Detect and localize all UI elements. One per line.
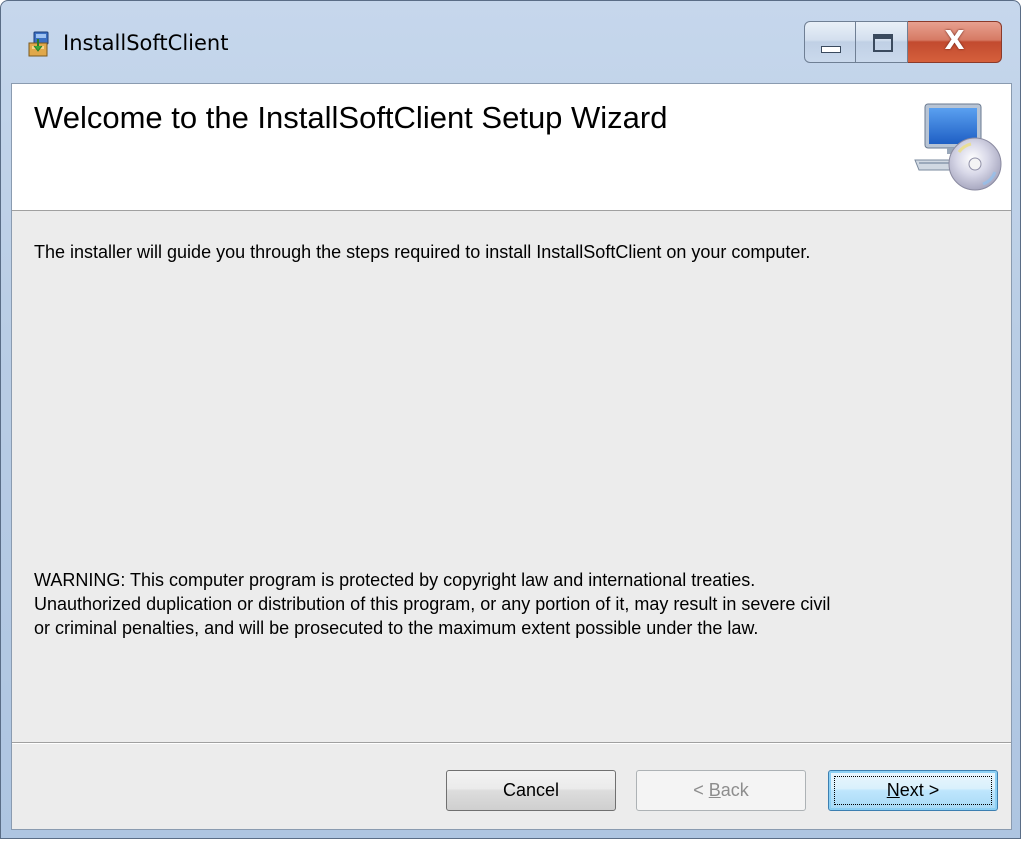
cancel-button-label: Cancel xyxy=(502,780,560,800)
warning-line: or criminal penalties, and will be prose… xyxy=(34,618,759,638)
maximize-button[interactable] xyxy=(856,21,908,63)
next-button[interactable]: Next > xyxy=(828,770,998,811)
banner-title: Welcome to the InstallSoftClient Setup W… xyxy=(34,100,668,135)
minimize-button[interactable] xyxy=(804,21,856,63)
close-button[interactable]: X xyxy=(908,21,1002,63)
warning-line: Unauthorized duplication or distribution… xyxy=(34,594,831,614)
warning-line: WARNING: This computer program is protec… xyxy=(34,570,756,590)
title-bar[interactable]: InstallSoftClient X xyxy=(1,1,1020,83)
focus-rectangle xyxy=(834,776,992,805)
installer-icon xyxy=(25,29,55,59)
back-button[interactable]: < Back xyxy=(636,770,806,811)
caption-buttons: X xyxy=(804,21,1002,65)
computer-cd-icon xyxy=(909,98,1005,194)
cancel-button[interactable]: Cancel xyxy=(446,770,616,811)
wizard-banner: Welcome to the InstallSoftClient Setup W… xyxy=(12,84,1011,211)
close-icon: X xyxy=(944,26,965,56)
footer-divider xyxy=(12,742,1011,744)
installer-window: InstallSoftClient X Welcome to the Insta… xyxy=(0,0,1021,839)
maximize-icon xyxy=(873,34,893,52)
dialog-client-area: Welcome to the InstallSoftClient Setup W… xyxy=(11,83,1012,830)
copyright-warning: WARNING: This computer program is protec… xyxy=(34,568,994,640)
intro-text: The installer will guide you through the… xyxy=(34,242,811,262)
back-button-label: < Back xyxy=(693,780,749,800)
window-title: InstallSoftClient xyxy=(63,31,229,55)
minimize-icon xyxy=(821,46,841,53)
